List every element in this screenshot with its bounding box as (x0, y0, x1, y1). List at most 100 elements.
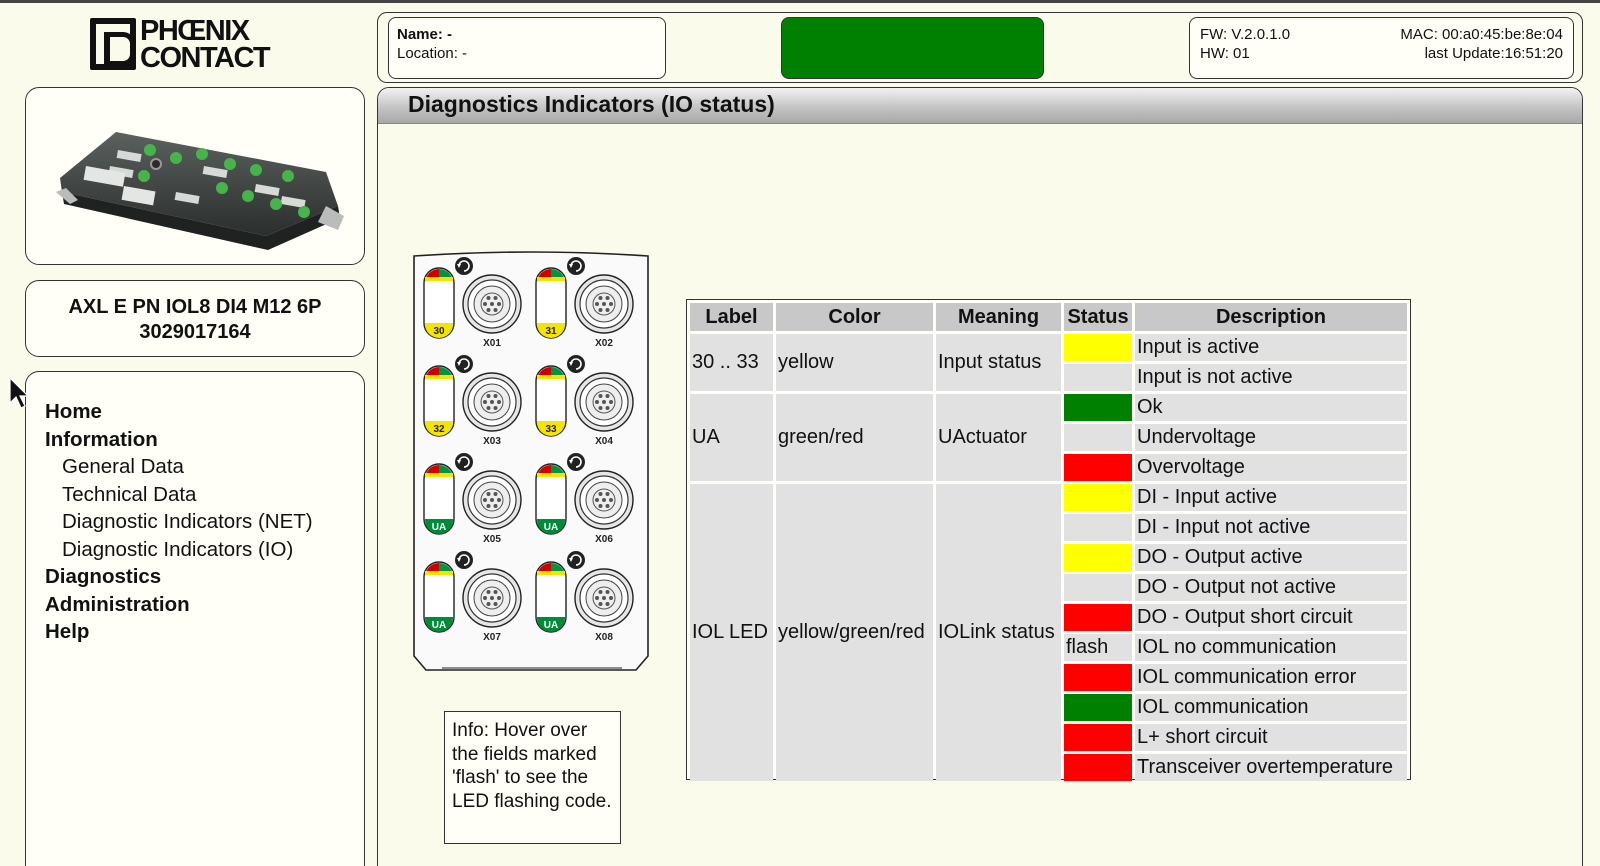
cell-description: DI - Input active (1135, 484, 1407, 511)
nav-help[interactable]: Help (45, 618, 364, 646)
device-location: Location: - (397, 45, 468, 62)
cell-status (1064, 694, 1132, 721)
port-arrow-icon (455, 453, 473, 471)
status-swatch (1064, 574, 1132, 601)
status-swatch (1064, 364, 1132, 391)
cell-description: Transceiver overtemperature (1135, 754, 1407, 781)
m12-connector-icon (462, 568, 522, 628)
status-swatch (1064, 454, 1132, 481)
port-led-label: 33 (545, 424, 557, 435)
info-hint: Info: Hover over the fields marked 'flas… (444, 711, 621, 844)
cell-description: DO - Output short circuit (1135, 604, 1407, 631)
nav-administration[interactable]: Administration (45, 591, 364, 619)
cell-status (1064, 724, 1132, 751)
device-status-indicator (781, 17, 1044, 79)
cell-status (1064, 604, 1132, 631)
status-swatch (1064, 754, 1132, 781)
port-arrow-icon (455, 551, 473, 569)
nav-technical-data[interactable]: Technical Data (45, 481, 364, 509)
nav-home[interactable]: Home (45, 398, 364, 426)
cell-label: IOL LED (690, 484, 773, 781)
last-update: last Update:16:51:20 (1424, 45, 1563, 62)
table-row: 30 .. 33 yellow Input status Input is activ… (690, 334, 1407, 391)
port-led-label: 30 (433, 326, 445, 337)
logo-text-line2: CONTACT (140, 42, 271, 74)
cell-status (1064, 514, 1132, 541)
cell-description: IOL no communication (1135, 634, 1407, 661)
device-model-panel: AXL E PN IOL8 DI4 M12 6P 3029017164 (25, 280, 365, 357)
status-swatch (1064, 334, 1132, 361)
m12-connector-icon (574, 470, 634, 530)
cell-description: Ok (1135, 394, 1407, 421)
cell-meaning: Input status (936, 334, 1061, 391)
device-name: Name: - (397, 26, 453, 43)
device-io-diagram: 30 X01 31 X02 32 X03 33 X04 UA X05 UA X06 UA X07 UA X08 (413, 251, 649, 671)
phoenix-contact-logo: PHŒNIX CONTACT (88, 14, 298, 76)
cell-status (1064, 394, 1132, 421)
col-label: Label (690, 303, 773, 331)
status-swatch: flash (1064, 634, 1132, 661)
port-label: X03 (483, 436, 501, 447)
cell-description: DO - Output not active (1135, 574, 1407, 601)
product-image (56, 132, 344, 250)
cell-description: DI - Input not active (1135, 514, 1407, 541)
cell-label: UA (690, 394, 773, 481)
cell-meaning: UActuator (936, 394, 1061, 481)
hardware-version: HW: 01 (1200, 45, 1250, 62)
table-header-row: Label Color Meaning Status Description (690, 303, 1407, 331)
port-label: X07 (483, 632, 501, 643)
cell-description: Input is active (1135, 334, 1407, 361)
m12-connector-icon (462, 274, 522, 334)
cell-status (1064, 754, 1132, 781)
port-label: X01 (483, 338, 501, 349)
nav-general-data[interactable]: General Data (45, 453, 364, 481)
port-arrow-icon (567, 453, 585, 471)
port-arrow-icon (567, 355, 585, 373)
port-arrow-icon (455, 355, 473, 373)
port-led-indicator: UA (423, 561, 455, 633)
cell-color: yellow (776, 334, 933, 391)
firmware-version: FW: V.2.0.1.0 (1200, 26, 1291, 43)
port-led-label: 31 (545, 326, 557, 337)
status-swatch (1064, 544, 1132, 571)
nav-diagnostic-indicators-net[interactable]: Diagnostic Indicators (NET) (45, 508, 364, 536)
cell-status (1064, 544, 1132, 571)
nav-information[interactable]: Information (45, 426, 364, 454)
status-swatch (1064, 424, 1132, 451)
port-led-indicator: UA (535, 561, 567, 633)
port-led-label: UA (544, 522, 558, 533)
port-label: X04 (595, 436, 613, 447)
cell-status (1064, 664, 1132, 691)
logo-text-line1: PHŒNIX (140, 15, 250, 47)
cell-description: IOL communication (1135, 694, 1407, 721)
col-color: Color (776, 303, 933, 331)
m12-connector-icon (574, 568, 634, 628)
nav-diagnostic-indicators-io[interactable]: Diagnostic Indicators (IO) (45, 536, 364, 564)
cell-status[interactable]: flash (1064, 634, 1132, 661)
port-led-label: UA (432, 620, 446, 631)
status-swatch (1064, 394, 1132, 421)
navigation-menu: Home Information General Data Technical … (25, 371, 365, 866)
port-label: X08 (595, 632, 613, 643)
cell-status (1064, 334, 1132, 361)
device-model: AXL E PN IOL8 DI4 M12 6P (68, 296, 322, 318)
top-border (0, 0, 1600, 3)
cell-status (1064, 364, 1132, 391)
cell-description: Input is not active (1135, 364, 1407, 391)
nav-diagnostics[interactable]: Diagnostics (45, 563, 364, 591)
cell-description: Undervoltage (1135, 424, 1407, 451)
device-article-number: 3029017164 (139, 321, 251, 343)
status-swatch (1064, 604, 1132, 631)
port-led-indicator: 31 (535, 267, 567, 339)
cell-description: IOL communication error (1135, 664, 1407, 691)
cell-status (1064, 484, 1132, 511)
table-row: UA green/red UActuator Ok (690, 394, 1407, 481)
port-label: X05 (483, 534, 501, 545)
port-led-indicator: UA (423, 463, 455, 535)
logo-mark-icon (90, 18, 136, 70)
port-led-indicator: 32 (423, 365, 455, 437)
port-led-label: UA (432, 522, 446, 533)
cell-color: yellow/green/red (776, 484, 933, 781)
port-label: X02 (595, 338, 613, 349)
page-title: Diagnostics Indicators (IO status) (378, 88, 1582, 124)
